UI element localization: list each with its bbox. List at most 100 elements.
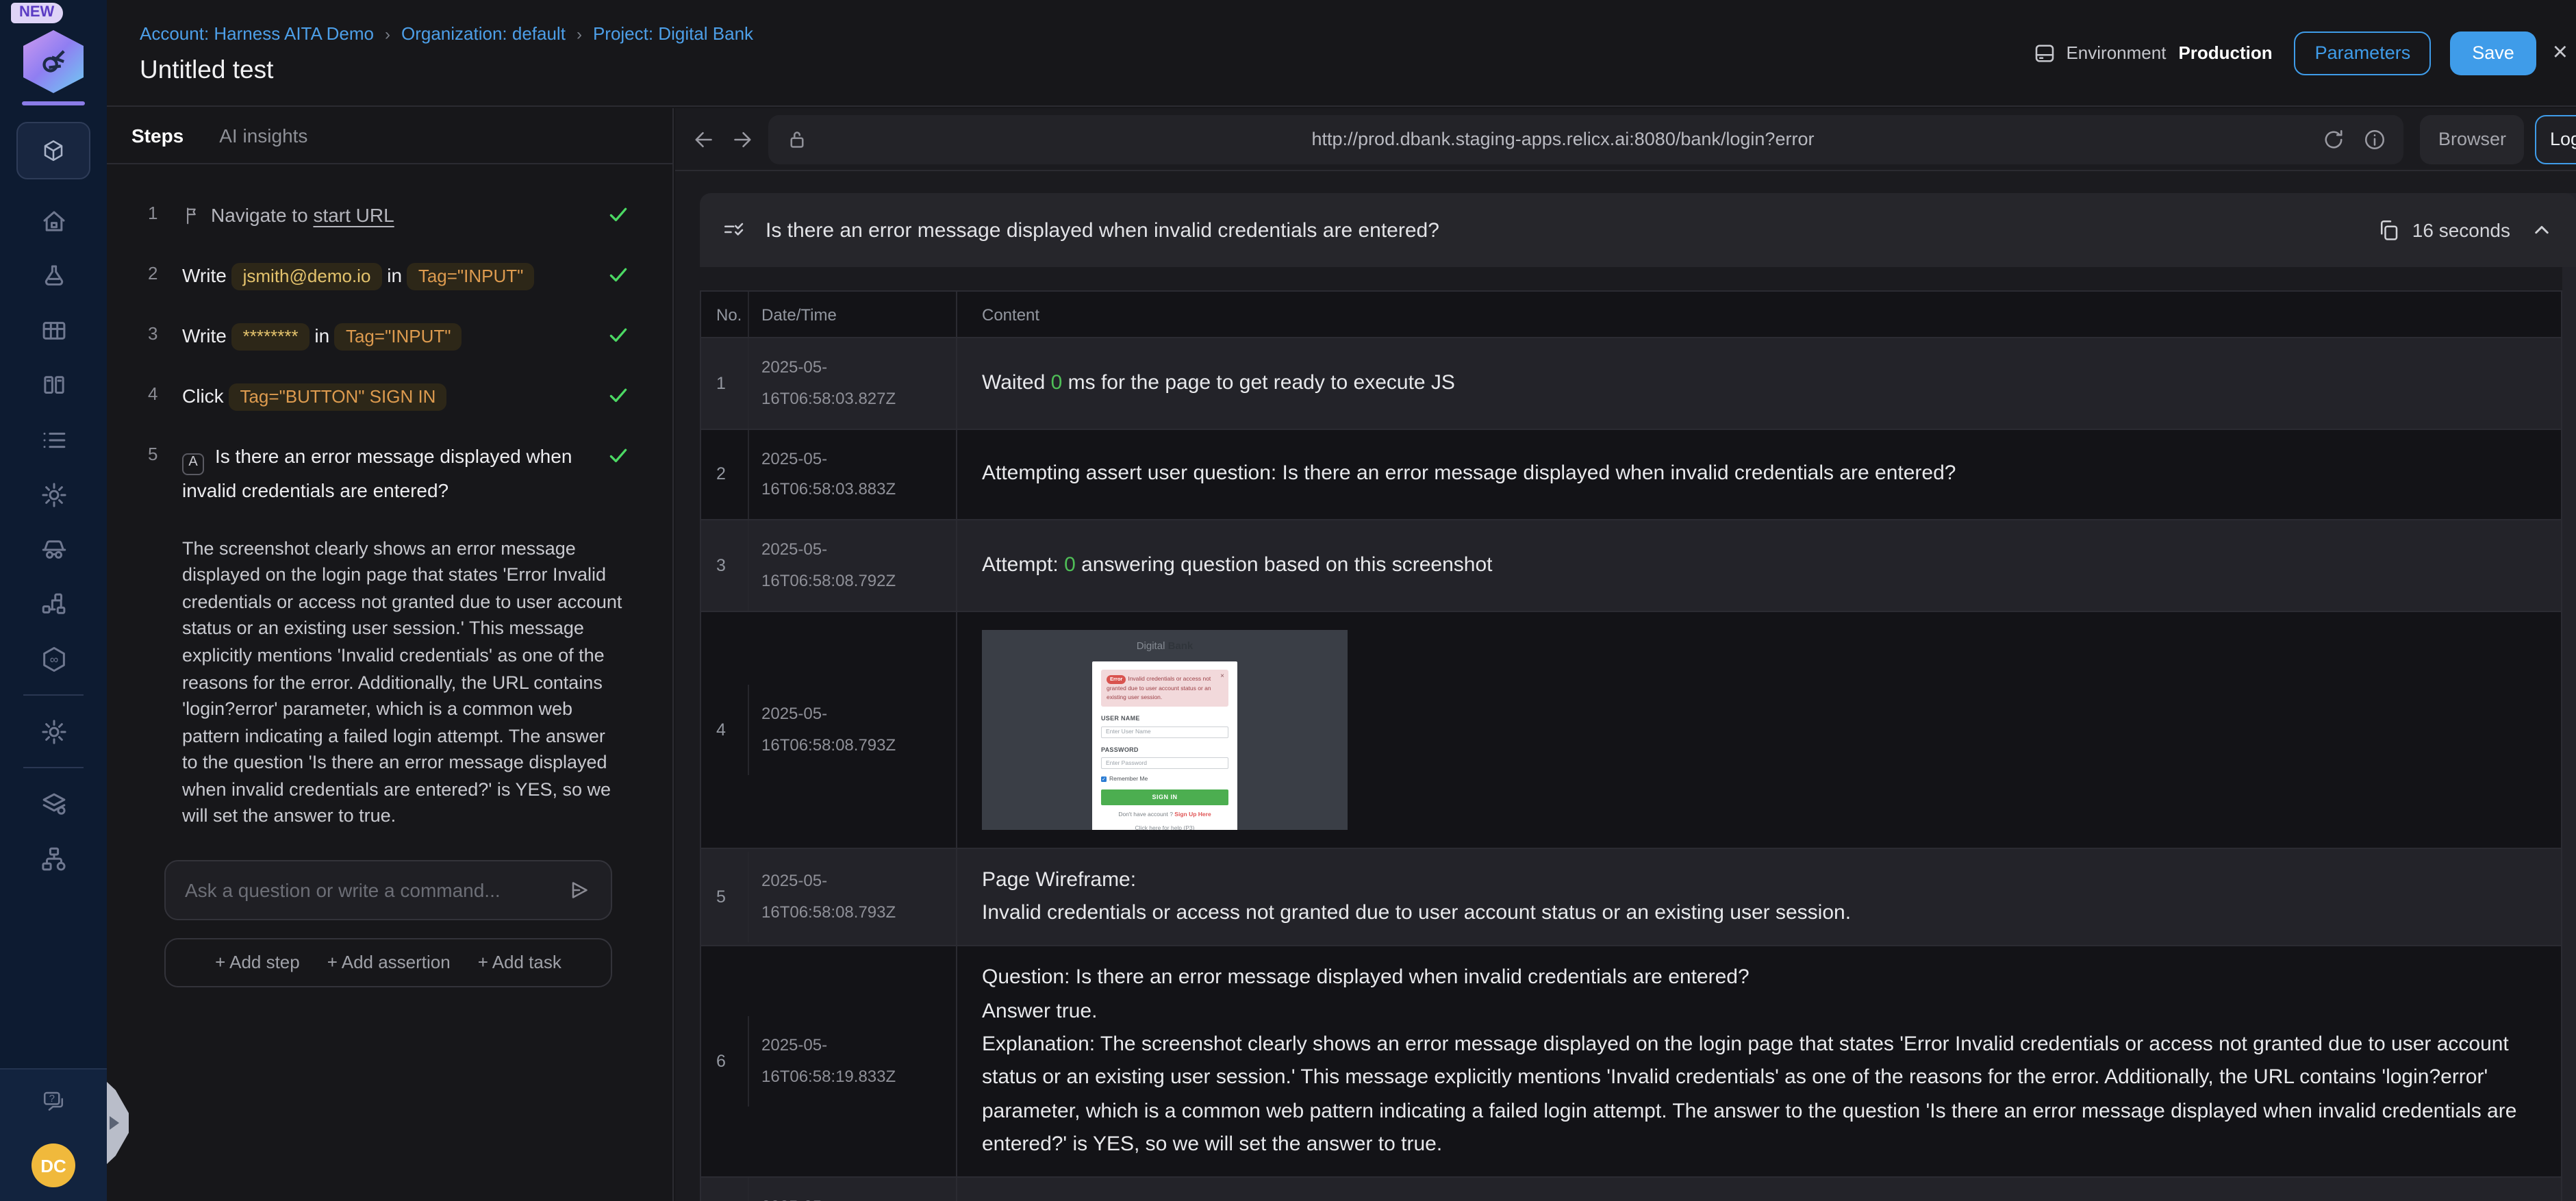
avatar[interactable]: DC <box>31 1143 75 1187</box>
log-table-header: No. Date/Time Content <box>701 292 2561 337</box>
login-card: Error Invalid credentials or access not g… <box>1092 661 1237 830</box>
start-url-link[interactable]: start URL <box>313 204 394 226</box>
log-table-row: 5 2025-05- 16T06:58:08.793Z Page Wireframe:… <box>701 847 2561 946</box>
row-timestamp: 2025-05-16T06:58:19.863Z <box>748 1178 956 1201</box>
tab-steps[interactable]: Steps <box>131 125 184 147</box>
add-assertion-button[interactable]: + Add assertion <box>327 952 451 973</box>
assertion-log-header[interactable]: Is there an error message displayed when… <box>700 193 2576 267</box>
breadcrumb-separator: › <box>576 24 582 43</box>
lock-icon <box>785 127 809 151</box>
log-table-row: 4 2025-05- 16T06:58:08.793Z Digital Bank E… <box>701 610 2561 848</box>
home-icon <box>39 206 68 235</box>
incognito-icon <box>39 535 68 564</box>
step-row-3[interactable]: 3 Write ******** in Tag="INPUT" <box>148 320 631 352</box>
logs-tab-button[interactable]: Logs <box>2535 114 2576 164</box>
environment-value: Production <box>2178 42 2273 63</box>
sidebar-item-columns[interactable] <box>16 357 90 412</box>
error-badge: Error <box>1107 674 1126 684</box>
gear-icon <box>39 480 68 509</box>
list-icon <box>39 425 68 454</box>
row-content: Waited 0 ms for the page to get ready to… <box>956 338 2561 429</box>
step-row-5[interactable]: 5 A Is there an error message displayed w… <box>148 442 631 507</box>
chevron-up-icon[interactable] <box>2529 218 2554 242</box>
row-timestamp: 2025-05- 16T06:58:08.793Z <box>748 684 956 775</box>
row-content: Page Wireframe: Invalid credentials or ac… <box>956 848 2561 946</box>
command-input[interactable] <box>185 878 567 901</box>
sidebar-item-gear2[interactable] <box>16 704 90 759</box>
copy-icon[interactable] <box>2377 218 2401 242</box>
assertion-badge: A <box>182 453 204 475</box>
sidebar-item-home[interactable] <box>16 193 90 248</box>
check-icon <box>604 320 631 346</box>
logo-active-underline <box>22 101 85 105</box>
tab-ai-insights[interactable]: AI insights <box>219 125 307 147</box>
breadcrumb-project[interactable]: Project: Digital Bank <box>593 23 753 44</box>
package-icon <box>41 138 66 163</box>
add-step-button[interactable]: + Add step <box>215 952 300 973</box>
sidebar-item-layers[interactable] <box>16 776 90 831</box>
sidebar-item-pipeline[interactable] <box>16 577 90 631</box>
row-number: 1 <box>716 373 726 393</box>
header-left: Account: Harness AITA Demo › Organizatio… <box>107 21 753 85</box>
sidebar-item-infinity[interactable]: ∞ <box>16 631 90 686</box>
add-task-button[interactable]: + Add task <box>478 952 561 973</box>
flask-icon <box>39 261 68 290</box>
infinity-icon: ∞ <box>39 644 68 673</box>
sidebar-item-table[interactable] <box>16 303 90 357</box>
sidebar-item-active-module[interactable] <box>16 122 90 179</box>
forward-icon[interactable] <box>730 127 755 151</box>
info-icon[interactable] <box>2363 127 2388 151</box>
sidebar-item-incognito[interactable] <box>16 522 90 577</box>
sign-in-button: SIGN IN <box>1101 789 1228 805</box>
row-content: Digital Bank Error Invalid credentials or… <box>956 611 2561 848</box>
step-target-chip: Tag="INPUT" <box>407 263 535 291</box>
help-chat-icon[interactable]: ? <box>41 1089 66 1113</box>
environment-selector[interactable]: Environment Production <box>2032 40 2273 65</box>
row-number: 6 <box>716 1052 726 1072</box>
row-timestamp: 2025-05- 16T06:58:08.792Z <box>748 520 956 611</box>
caret-right-icon <box>110 1116 119 1130</box>
column-datetime: Date/Time <box>748 292 956 337</box>
address-bar[interactable]: http://prod.dbank.staging-apps.relicx.ai… <box>768 114 2404 164</box>
sidebar-item-gear[interactable] <box>16 467 90 522</box>
nav-divider <box>23 694 84 696</box>
steps-tabs: Steps AI insights <box>107 108 672 164</box>
breadcrumb-organization[interactable]: Organization: default <box>401 23 566 44</box>
log-table-row: 72025-05-16T06:58:19.863ZSynced step sta… <box>701 1176 2561 1201</box>
steps-list: 1 Navigate to start URL 2 Write jsmith@d… <box>107 164 672 987</box>
duration-label: 16 seconds <box>2412 219 2510 241</box>
parameters-button[interactable]: Parameters <box>2294 31 2432 75</box>
log-table-row: 1 2025-05- 16T06:58:03.827Z Waited 0 ms for… <box>701 337 2561 429</box>
url-text: http://prod.dbank.staging-apps.relicx.ai… <box>1311 129 1815 149</box>
nav-bottom-section: ? DC <box>0 1068 107 1201</box>
step-row-4[interactable]: 4 Click Tag="BUTTON" SIGN IN <box>148 381 631 413</box>
step-connector: in <box>314 325 330 347</box>
harness-logo[interactable] <box>23 30 84 93</box>
step-row-2[interactable]: 2 Write jsmith@demo.io in Tag="INPUT" <box>148 260 631 292</box>
send-icon[interactable] <box>567 878 592 902</box>
columns-icon <box>39 370 68 399</box>
list-checks-icon <box>722 218 746 242</box>
step-row-1[interactable]: 1 Navigate to start URL <box>148 200 631 231</box>
browser-tab-button[interactable]: Browser <box>2420 114 2524 164</box>
close-icon[interactable]: × <box>2553 40 2568 66</box>
sidebar-item-flask[interactable] <box>16 248 90 303</box>
assertion-explanation: The screenshot clearly shows an error me… <box>182 538 622 826</box>
sidebar-item-list[interactable] <box>16 412 90 467</box>
column-no: No. <box>716 305 742 324</box>
sidebar-item-org[interactable] <box>16 831 90 886</box>
log-content: Is there an error message displayed when… <box>675 173 2576 1201</box>
breadcrumb-account[interactable]: Account: Harness AITA Demo <box>140 23 374 44</box>
screenshot-thumbnail[interactable]: Digital Bank Error Invalid credentials or… <box>982 629 1348 830</box>
refresh-icon[interactable] <box>2322 127 2347 151</box>
row-number: 4 <box>716 720 726 739</box>
back-icon[interactable] <box>692 127 716 151</box>
row-timestamp: 2025-05- 16T06:58:03.827Z <box>748 338 956 429</box>
step-action: Click <box>182 385 224 407</box>
column-content: Content <box>956 292 2561 337</box>
assertion-question: Is there an error message displayed when… <box>766 218 1439 242</box>
row-number: 3 <box>716 555 726 575</box>
save-button[interactable]: Save <box>2450 31 2536 75</box>
layers-icon <box>39 789 68 818</box>
row-content: Attempt: 0 answering question based on t… <box>956 520 2561 611</box>
